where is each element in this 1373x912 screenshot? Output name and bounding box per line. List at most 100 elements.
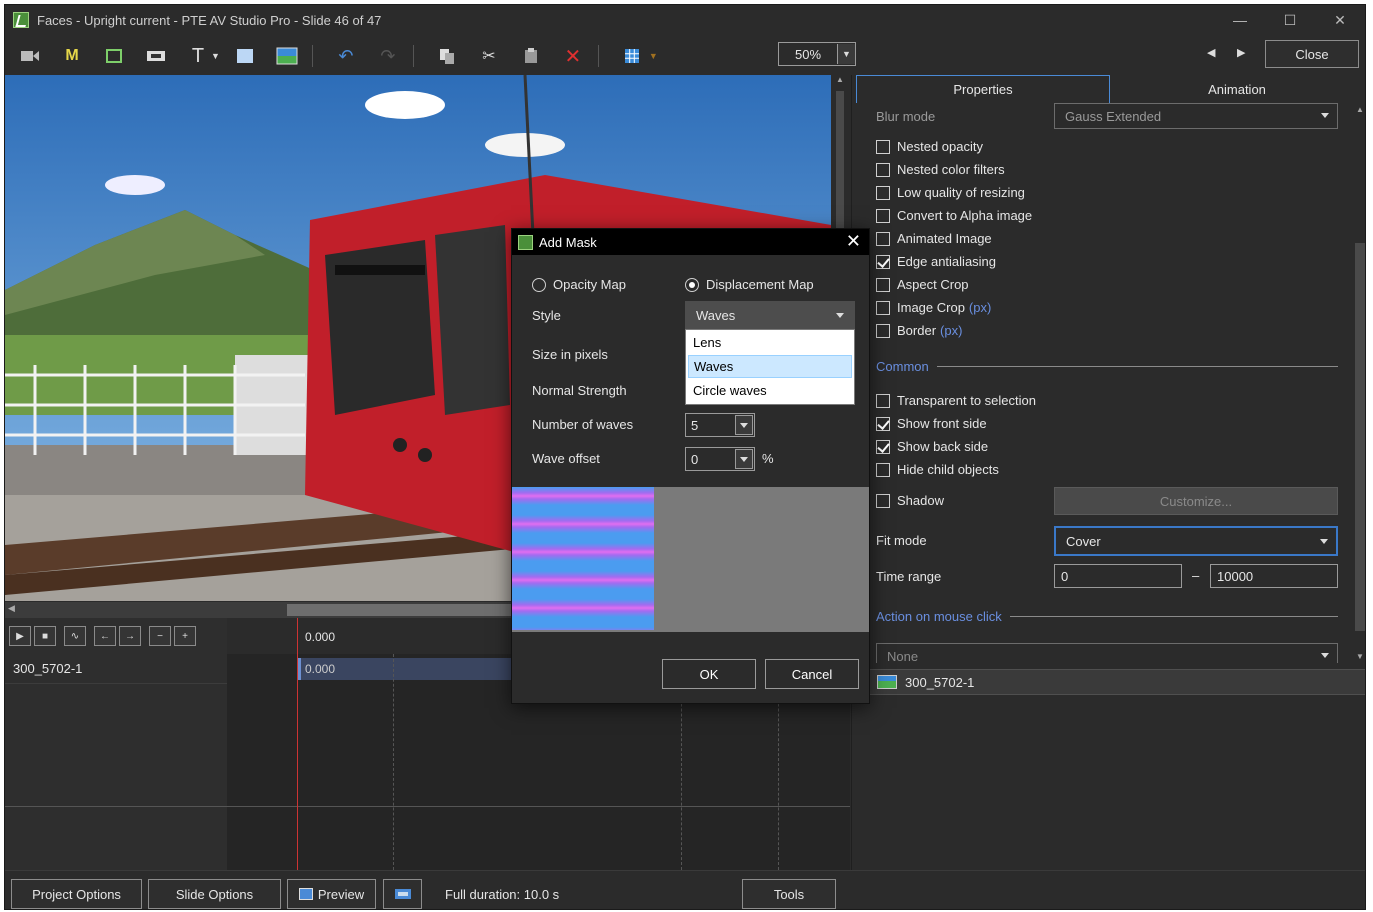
close-window-icon[interactable]: ✕ bbox=[1315, 5, 1365, 35]
image-icon[interactable] bbox=[270, 42, 304, 70]
action-select[interactable]: None bbox=[876, 643, 1338, 663]
app-icon bbox=[13, 12, 29, 28]
low-quality-resizing-checkbox[interactable]: Low quality of resizing bbox=[876, 185, 1025, 200]
button-object-icon[interactable] bbox=[139, 42, 173, 70]
zoom-select[interactable]: 50% ▼ bbox=[778, 42, 856, 66]
aspect-crop-checkbox[interactable]: Aspect Crop bbox=[876, 277, 969, 292]
hide-child-objects-checkbox[interactable]: Hide child objects bbox=[876, 462, 999, 477]
undo-icon[interactable]: ↶ bbox=[329, 42, 363, 70]
dialog-title: Add Mask bbox=[539, 234, 597, 250]
time-range-to-input[interactable]: 10000 bbox=[1210, 564, 1338, 588]
playhead[interactable] bbox=[297, 618, 298, 870]
blur-mode-value: Gauss Extended bbox=[1065, 108, 1162, 124]
transparent-selection-checkbox[interactable]: Transparent to selection bbox=[876, 393, 1036, 408]
fit-mode-label: Fit mode bbox=[876, 533, 927, 548]
customize-button[interactable]: Customize... bbox=[1054, 487, 1338, 515]
show-front-side-checkbox[interactable]: Show front side bbox=[876, 416, 987, 431]
paste-icon[interactable] bbox=[514, 42, 548, 70]
preview-button-label: Preview bbox=[317, 886, 365, 902]
action-value: None bbox=[887, 648, 919, 664]
minimize-icon[interactable]: — bbox=[1215, 5, 1265, 35]
play-icon[interactable]: ▶ bbox=[9, 626, 31, 646]
project-options-button[interactable]: Project Options bbox=[11, 879, 142, 909]
zoom-in-icon[interactable]: + bbox=[174, 626, 196, 646]
maximize-icon[interactable]: ☐ bbox=[1265, 5, 1315, 35]
track-name[interactable]: 300_5702-1 bbox=[5, 654, 227, 684]
title-bar: Faces - Upright current - PTE AV Studio … bbox=[5, 5, 1365, 35]
wave-offset-input[interactable]: 0 bbox=[685, 447, 755, 471]
displacement-map-radio[interactable]: Displacement Map bbox=[685, 277, 814, 292]
nested-opacity-checkbox[interactable]: Nested opacity bbox=[876, 139, 983, 154]
grid-dropdown-icon[interactable]: ▼ bbox=[649, 51, 658, 61]
shadow-checkbox[interactable]: Shadow bbox=[876, 493, 944, 508]
chevron-down-icon bbox=[1321, 653, 1329, 658]
fit-mode-select[interactable]: Cover bbox=[1054, 526, 1338, 556]
copy-icon[interactable] bbox=[430, 42, 464, 70]
properties-panel: Properties Animation Blur mode Gauss Ext… bbox=[851, 75, 1365, 870]
close-icon[interactable]: ✕ bbox=[846, 231, 861, 252]
track-names: 300_5702-1 bbox=[5, 654, 227, 870]
opacity-map-radio[interactable]: Opacity Map bbox=[532, 277, 626, 292]
nested-color-filters-checkbox[interactable]: Nested color filters bbox=[876, 162, 1005, 177]
time-range-label: Time range bbox=[876, 569, 942, 584]
delete-icon[interactable]: ✕ bbox=[556, 42, 590, 70]
time-range-dash: – bbox=[1192, 568, 1200, 583]
waveform-icon[interactable]: ∿ bbox=[64, 626, 86, 646]
stop-icon[interactable]: ■ bbox=[34, 626, 56, 646]
image-crop-checkbox[interactable]: Image Crop (px) bbox=[876, 300, 991, 315]
object-list-item[interactable]: 300_5702-1 bbox=[866, 669, 1365, 695]
redo-icon[interactable]: ↷ bbox=[371, 42, 405, 70]
preview-button[interactable]: Preview bbox=[287, 879, 376, 909]
chevron-down-icon[interactable]: ▼ bbox=[837, 44, 855, 64]
chevron-down-icon bbox=[1321, 113, 1329, 118]
tab-animation[interactable]: Animation bbox=[1110, 75, 1364, 103]
timeline-controls: ▶ ■ ∿ ← → − + bbox=[5, 618, 227, 654]
wave-offset-label: Wave offset bbox=[532, 451, 600, 466]
chevron-down-icon[interactable] bbox=[735, 415, 753, 435]
text-icon[interactable]: T bbox=[181, 42, 215, 70]
animated-image-checkbox[interactable]: Animated Image bbox=[876, 231, 992, 246]
tab-properties[interactable]: Properties bbox=[856, 75, 1110, 103]
properties-scrollbar[interactable]: ▲ ▼ bbox=[1352, 103, 1365, 663]
object-name: 300_5702-1 bbox=[905, 674, 975, 690]
style-select[interactable]: Waves bbox=[685, 301, 855, 329]
text-dropdown-icon[interactable]: ▼ bbox=[211, 51, 220, 61]
number-waves-input[interactable]: 5 bbox=[685, 413, 755, 437]
slideshow-icon[interactable] bbox=[383, 879, 422, 909]
chevron-down-icon[interactable] bbox=[735, 449, 753, 469]
panel-tabs: Properties Animation bbox=[852, 75, 1365, 103]
cancel-button[interactable]: Cancel bbox=[765, 659, 859, 689]
style-option-circle-waves[interactable]: Circle waves bbox=[688, 379, 852, 402]
action-mouse-click-section: Action on mouse click bbox=[876, 609, 1338, 624]
arrow-left-icon[interactable]: ← bbox=[94, 626, 116, 646]
cut-icon[interactable]: ✂ bbox=[472, 42, 506, 70]
rectangle-icon[interactable] bbox=[228, 42, 262, 70]
zoom-out-icon[interactable]: − bbox=[149, 626, 171, 646]
size-pixels-label: Size in pixels bbox=[532, 347, 608, 362]
convert-alpha-checkbox[interactable]: Convert to Alpha image bbox=[876, 208, 1032, 223]
blur-mode-select[interactable]: Gauss Extended bbox=[1054, 103, 1338, 129]
waves-preview-image bbox=[512, 487, 654, 630]
mask-m-icon[interactable]: M bbox=[55, 42, 89, 70]
border-checkbox[interactable]: Border (px) bbox=[876, 323, 962, 338]
prev-slide-icon[interactable]: ◀ bbox=[1207, 46, 1215, 59]
ok-button[interactable]: OK bbox=[662, 659, 756, 689]
toolbar: M T ▼ ↶ ↷ ✂ ✕ ▼ 50% ▼ ◀ ▶ Close bbox=[5, 39, 1365, 73]
arrow-right-icon[interactable]: → bbox=[119, 626, 141, 646]
show-back-side-checkbox[interactable]: Show back side bbox=[876, 439, 988, 454]
style-option-waves[interactable]: Waves bbox=[688, 355, 852, 378]
time-range-from-input[interactable]: 0 bbox=[1054, 564, 1182, 588]
next-slide-icon[interactable]: ▶ bbox=[1237, 46, 1245, 59]
window-title: Faces - Upright current - PTE AV Studio … bbox=[37, 12, 382, 28]
grid-icon[interactable] bbox=[615, 42, 649, 70]
tools-button[interactable]: Tools bbox=[742, 879, 836, 909]
slide-options-button[interactable]: Slide Options bbox=[148, 879, 281, 909]
style-option-lens[interactable]: Lens bbox=[688, 331, 852, 354]
fit-mode-value: Cover bbox=[1066, 533, 1101, 549]
number-waves-label: Number of waves bbox=[532, 417, 634, 432]
frame-icon[interactable] bbox=[97, 42, 131, 70]
camera-icon[interactable] bbox=[13, 42, 47, 70]
edge-antialiasing-checkbox[interactable]: Edge antialiasing bbox=[876, 254, 996, 269]
style-dropdown-list: Lens Waves Circle waves bbox=[685, 329, 855, 405]
close-button[interactable]: Close bbox=[1265, 40, 1359, 68]
